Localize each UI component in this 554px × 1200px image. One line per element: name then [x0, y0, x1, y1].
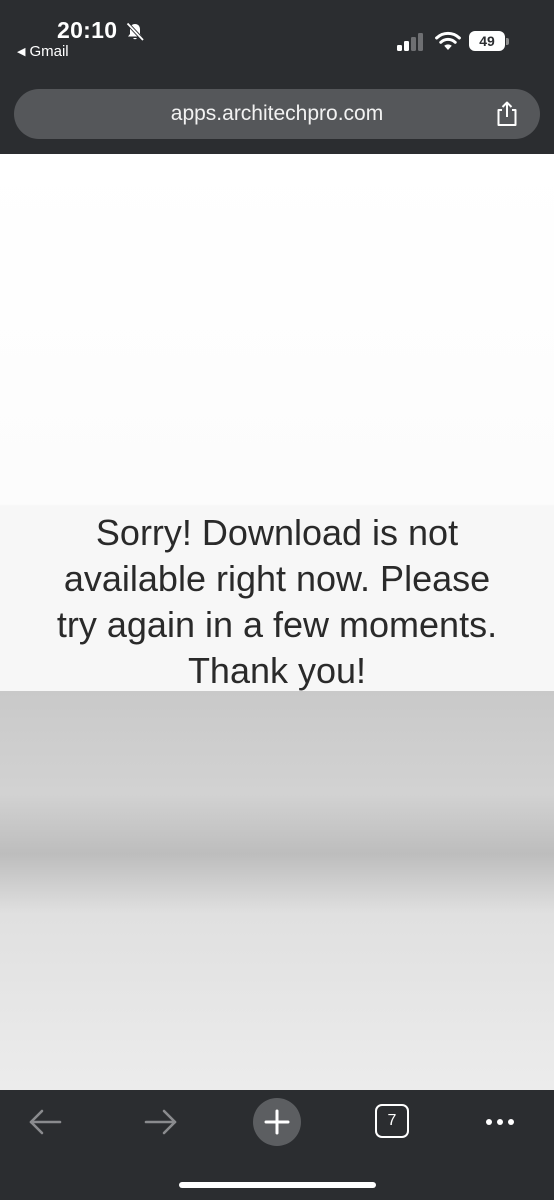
arrow-right-icon — [144, 1109, 177, 1135]
new-tab-button[interactable] — [253, 1098, 301, 1146]
battery-level: 49 — [469, 31, 505, 51]
tab-switcher-button[interactable]: 7 — [375, 1104, 409, 1138]
back-to-app-link[interactable]: ◀ Gmail — [17, 43, 69, 60]
browser-toolbar: 7 — [0, 1090, 554, 1200]
download-unavailable-message: Sorry! Download is not available right n… — [0, 510, 554, 694]
back-triangle-icon: ◀ — [17, 46, 26, 58]
address-bar[interactable]: apps.architechpro.com — [14, 89, 540, 139]
message-line: try again in a few moments. — [56, 604, 498, 645]
message-band: Sorry! Download is not available right n… — [0, 506, 554, 691]
web-page-content: Sorry! Download is not available right n… — [0, 154, 554, 1090]
message-line: Thank you! — [187, 650, 367, 691]
dot-icon — [486, 1119, 492, 1125]
plus-icon — [264, 1109, 290, 1135]
home-indicator[interactable] — [179, 1182, 376, 1188]
message-line: Sorry! Download is not — [95, 512, 459, 553]
more-options-button[interactable] — [478, 1108, 522, 1136]
share-icon[interactable] — [494, 100, 520, 128]
back-button[interactable] — [23, 1102, 67, 1142]
browser-top-chrome: 20:10 ◀ Gmail 49 apps.architechpro.com — [0, 0, 554, 154]
url-text: apps.architechpro.com — [170, 102, 384, 125]
arrow-left-icon — [29, 1109, 62, 1135]
dot-icon — [497, 1119, 503, 1125]
back-app-label: Gmail — [29, 43, 69, 60]
forward-button[interactable] — [139, 1102, 183, 1142]
wifi-icon — [435, 31, 461, 50]
battery-indicator: 49 — [469, 31, 509, 51]
cellular-signal-icon — [397, 33, 423, 51]
dot-icon — [508, 1119, 514, 1125]
bell-muted-icon — [126, 22, 145, 42]
status-time: 20:10 — [57, 17, 118, 43]
battery-cap — [506, 38, 509, 45]
message-line: available right now. Please — [63, 558, 491, 599]
